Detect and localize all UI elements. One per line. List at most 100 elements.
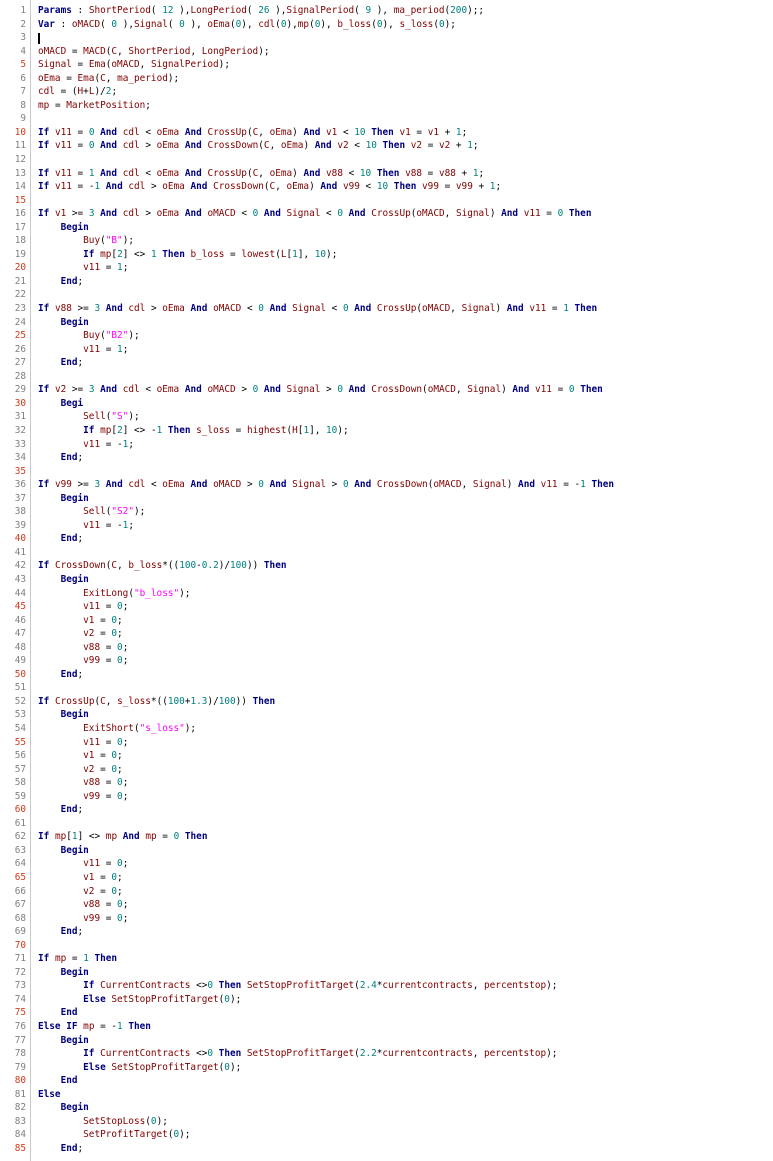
code-text[interactable]: v99 = 0; [38, 912, 128, 926]
code-text[interactable]: Begin [38, 316, 89, 330]
code-line-58[interactable]: 58 v88 = 0; [0, 776, 773, 790]
code-line-4[interactable]: 4 oMACD = MACD(C, ShortPeriod, LongPeriod… [0, 45, 773, 59]
code-text[interactable]: ExitShort("s_loss"); [38, 722, 196, 736]
code-line-80[interactable]: 80 End [0, 1074, 773, 1088]
code-line-15[interactable]: 15 [0, 194, 773, 208]
code-text[interactable]: If v11 = -1 And cdl > oEma And CrossDown… [38, 180, 501, 194]
code-text[interactable]: Begin [38, 1101, 89, 1115]
code-line-75[interactable]: 75 End [0, 1006, 773, 1020]
code-text[interactable]: If v11 = 0 And cdl < oEma And CrossUp(C,… [38, 126, 467, 140]
code-line-14[interactable]: 14 If v11 = -1 And cdl > oEma And CrossDo… [0, 180, 773, 194]
code-line-68[interactable]: 68 v99 = 0; [0, 912, 773, 926]
code-text[interactable]: v99 = 0; [38, 654, 128, 668]
code-line-10[interactable]: 10 If v11 = 0 And cdl < oEma And CrossUp(… [0, 126, 773, 140]
code-line-36[interactable]: 36 If v99 >= 3 And cdl < oEma And oMACD >… [0, 478, 773, 492]
code-line-51[interactable]: 51 [0, 681, 773, 695]
code-line-32[interactable]: 32 If mp[2] <> -1 Then s_loss = highest(… [0, 424, 773, 438]
code-text[interactable]: Begin [38, 221, 89, 235]
code-line-57[interactable]: 57 v2 = 0; [0, 763, 773, 777]
code-text[interactable]: v11 = -1; [38, 519, 134, 533]
code-line-77[interactable]: 77 Begin [0, 1034, 773, 1048]
code-text[interactable]: End; [38, 356, 84, 370]
code-text[interactable]: v1 = 0; [38, 871, 123, 885]
code-line-22[interactable]: 22 [0, 288, 773, 302]
code-text[interactable]: Sell("S2"); [38, 505, 145, 519]
code-line-69[interactable]: 69 End; [0, 925, 773, 939]
code-text[interactable]: Sell("S"); [38, 410, 139, 424]
code-text[interactable]: End; [38, 451, 84, 465]
code-text[interactable]: Begin [38, 844, 89, 858]
code-text[interactable]: Signal = Ema(oMACD, SignalPeriod); [38, 58, 230, 72]
code-text[interactable]: v2 = 0; [38, 763, 123, 777]
code-line-60[interactable]: 60 End; [0, 803, 773, 817]
code-line-54[interactable]: 54 ExitShort("s_loss"); [0, 722, 773, 736]
code-line-12[interactable]: 12 [0, 153, 773, 167]
code-text[interactable]: Else IF mp = -1 Then [38, 1020, 151, 1034]
code-line-71[interactable]: 71 If mp = 1 Then [0, 952, 773, 966]
code-text[interactable]: If mp[2] <> 1 Then b_loss = lowest(L[1],… [38, 248, 337, 262]
code-text[interactable]: If v99 >= 3 And cdl < oEma And oMACD > 0… [38, 478, 614, 492]
code-text[interactable]: End [38, 1006, 78, 1020]
code-text[interactable]: v11 = 0; [38, 600, 128, 614]
code-text[interactable]: Begin [38, 492, 89, 506]
code-line-61[interactable]: 61 [0, 817, 773, 831]
code-text[interactable]: If CrossDown(C, b_loss*((100-0.2)/100)) … [38, 559, 286, 573]
code-text[interactable]: If v1 >= 3 And cdl > oEma And oMACD < 0 … [38, 207, 591, 221]
code-line-17[interactable]: 17 Begin [0, 221, 773, 235]
code-line-81[interactable]: 81 Else [0, 1088, 773, 1102]
code-text[interactable]: Else SetStopProfitTarget(0); [38, 1061, 241, 1075]
code-line-41[interactable]: 41 [0, 546, 773, 560]
code-line-30[interactable]: 30 Begi [0, 397, 773, 411]
code-line-56[interactable]: 56 v1 = 0; [0, 749, 773, 763]
code-line-67[interactable]: 67 v88 = 0; [0, 898, 773, 912]
code-line-5[interactable]: 5 Signal = Ema(oMACD, SignalPeriod); [0, 58, 773, 72]
code-text[interactable]: cdl = (H+L)/2; [38, 85, 117, 99]
code-text[interactable]: If v2 >= 3 And cdl < oEma And oMACD > 0 … [38, 383, 603, 397]
code-text[interactable]: v11 = 0; [38, 857, 128, 871]
code-text[interactable]: End; [38, 1142, 84, 1156]
code-text[interactable]: v1 = 0; [38, 614, 123, 628]
code-line-66[interactable]: 66 v2 = 0; [0, 885, 773, 899]
code-text[interactable]: End [38, 1074, 78, 1088]
code-line-39[interactable]: 39 v11 = -1; [0, 519, 773, 533]
code-text[interactable]: oMACD = MACD(C, ShortPeriod, LongPeriod)… [38, 45, 270, 59]
code-line-85[interactable]: 85 End; [0, 1142, 773, 1156]
code-line-64[interactable]: 64 v11 = 0; [0, 857, 773, 871]
code-line-6[interactable]: 6 oEma = Ema(C, ma_period); [0, 72, 773, 86]
code-line-59[interactable]: 59 v99 = 0; [0, 790, 773, 804]
code-line-72[interactable]: 72 Begin [0, 966, 773, 980]
code-text[interactable]: Else SetStopProfitTarget(0); [38, 993, 241, 1007]
code-text[interactable]: Begi [38, 397, 84, 411]
code-text[interactable]: mp = MarketPosition; [38, 99, 151, 113]
code-text[interactable]: Begin [38, 708, 89, 722]
code-text[interactable]: If CrossUp(C, s_loss*((100+1.3)/100)) Th… [38, 695, 275, 709]
code-text[interactable]: oEma = Ema(C, ma_period); [38, 72, 179, 86]
code-line-35[interactable]: 35 [0, 465, 773, 479]
code-line-47[interactable]: 47 v2 = 0; [0, 627, 773, 641]
code-text[interactable]: v88 = 0; [38, 898, 128, 912]
code-text[interactable]: v2 = 0; [38, 627, 123, 641]
code-line-27[interactable]: 27 End; [0, 356, 773, 370]
code-text[interactable]: v2 = 0; [38, 885, 123, 899]
code-text[interactable]: If mp[2] <> -1 Then s_loss = highest(H[1… [38, 424, 348, 438]
code-line-49[interactable]: 49 v99 = 0; [0, 654, 773, 668]
code-line-42[interactable]: 42 If CrossDown(C, b_loss*((100-0.2)/100)… [0, 559, 773, 573]
code-line-19[interactable]: 19 If mp[2] <> 1 Then b_loss = lowest(L[… [0, 248, 773, 262]
code-text[interactable]: Begin [38, 966, 89, 980]
code-text[interactable]: If CurrentContracts <>0 Then SetStopProf… [38, 1047, 557, 1061]
code-line-25[interactable]: 25 Buy("B2"); [0, 329, 773, 343]
code-text[interactable]: If v11 = 1 And cdl < oEma And CrossUp(C,… [38, 167, 484, 181]
code-line-79[interactable]: 79 Else SetStopProfitTarget(0); [0, 1061, 773, 1075]
code-line-3[interactable]: 3 [0, 31, 773, 45]
code-text[interactable]: If mp[1] <> mp And mp = 0 Then [38, 830, 207, 844]
code-line-46[interactable]: 46 v1 = 0; [0, 614, 773, 628]
code-text[interactable]: v11 = 0; [38, 736, 128, 750]
code-line-9[interactable]: 9 [0, 112, 773, 126]
code-line-84[interactable]: 84 SetProfitTarget(0); [0, 1128, 773, 1142]
code-line-74[interactable]: 74 Else SetStopProfitTarget(0); [0, 993, 773, 1007]
code-line-8[interactable]: 8 mp = MarketPosition; [0, 99, 773, 113]
code-text[interactable]: v11 = -1; [38, 438, 134, 452]
code-line-65[interactable]: 65 v1 = 0; [0, 871, 773, 885]
code-text[interactable]: v88 = 0; [38, 641, 128, 655]
code-text[interactable]: v99 = 0; [38, 790, 128, 804]
